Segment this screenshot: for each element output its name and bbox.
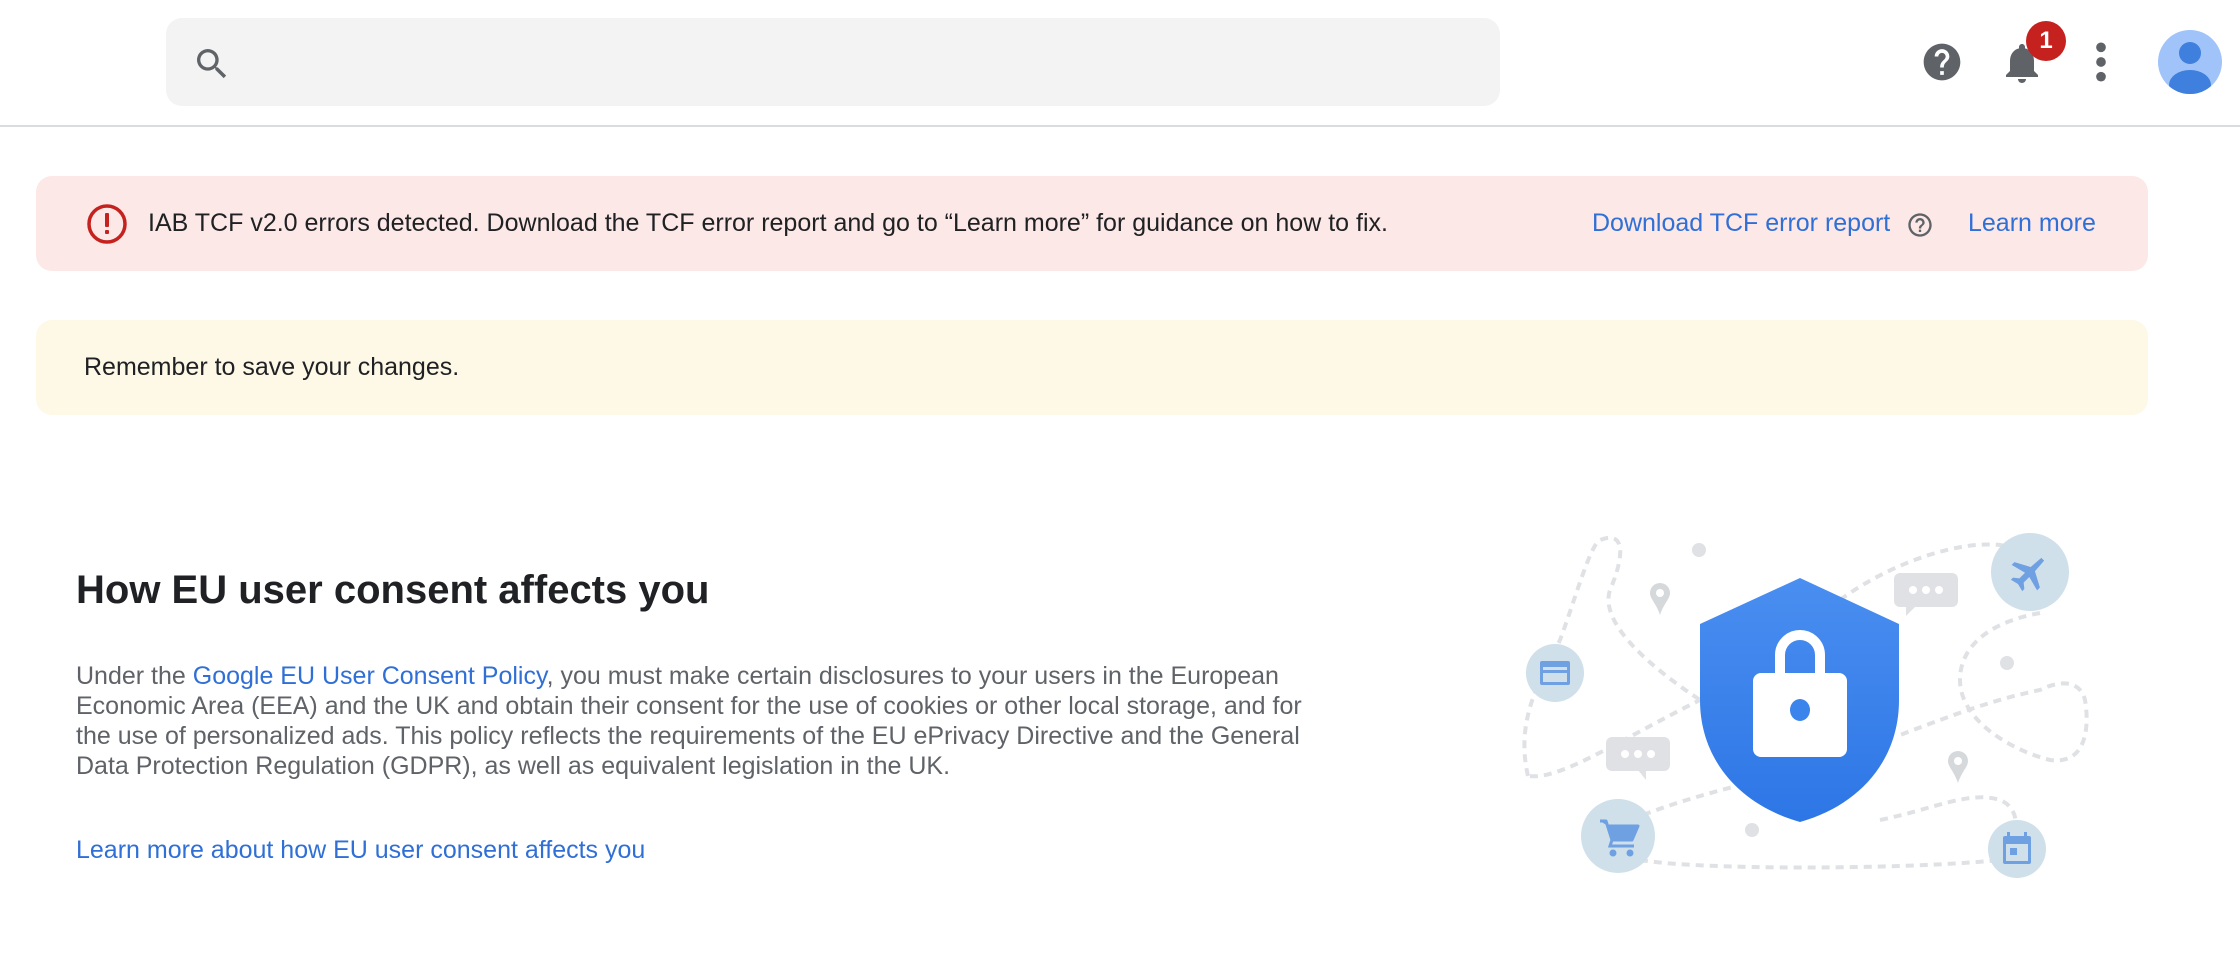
section-title: How EU user consent affects you xyxy=(76,568,710,612)
chat-bubble-icon xyxy=(1894,573,1958,616)
search-input[interactable] xyxy=(252,18,1482,106)
chat-bubble-icon xyxy=(1606,737,1670,780)
privacy-illustration xyxy=(1522,533,2089,878)
calendar-icon xyxy=(1988,820,2046,878)
download-tcf-report-link[interactable]: Download TCF error report xyxy=(1592,176,1890,271)
location-pin-icon xyxy=(1948,751,1968,783)
search-icon[interactable] xyxy=(192,44,232,84)
help-icon[interactable] xyxy=(1920,40,1964,84)
section-description: Under the Google EU User Consent Policy,… xyxy=(76,661,1306,781)
learn-more-eu-consent-link[interactable]: Learn more about how EU user consent aff… xyxy=(76,834,645,866)
search-bar[interactable] xyxy=(166,18,1500,106)
save-reminder-banner: Remember to save your changes. xyxy=(36,320,2148,415)
account-avatar[interactable] xyxy=(2158,30,2222,94)
consent-policy-link[interactable]: Google EU User Consent Policy xyxy=(193,662,547,690)
credit-card-icon xyxy=(1526,644,1584,702)
tcf-error-banner: IAB TCF v2.0 errors detected. Download t… xyxy=(36,176,2148,271)
dot xyxy=(2000,656,2014,670)
error-outline-icon xyxy=(87,204,127,244)
save-reminder-text: Remember to save your changes. xyxy=(84,353,460,381)
top-app-bar: 1 xyxy=(0,0,2240,127)
notification-badge: 1 xyxy=(2026,21,2066,61)
description-prefix: Under the xyxy=(76,662,193,690)
more-vert-icon[interactable] xyxy=(2086,40,2116,84)
help-outline-icon[interactable] xyxy=(1906,211,1934,239)
location-pin-icon xyxy=(1650,583,1670,615)
dot xyxy=(1692,543,1706,557)
dot xyxy=(1745,823,1759,837)
learn-more-link[interactable]: Learn more xyxy=(1968,176,2096,271)
airplane-icon xyxy=(1991,533,2069,611)
error-message: IAB TCF v2.0 errors detected. Download t… xyxy=(148,209,1388,237)
shopping-cart-icon xyxy=(1581,799,1655,873)
